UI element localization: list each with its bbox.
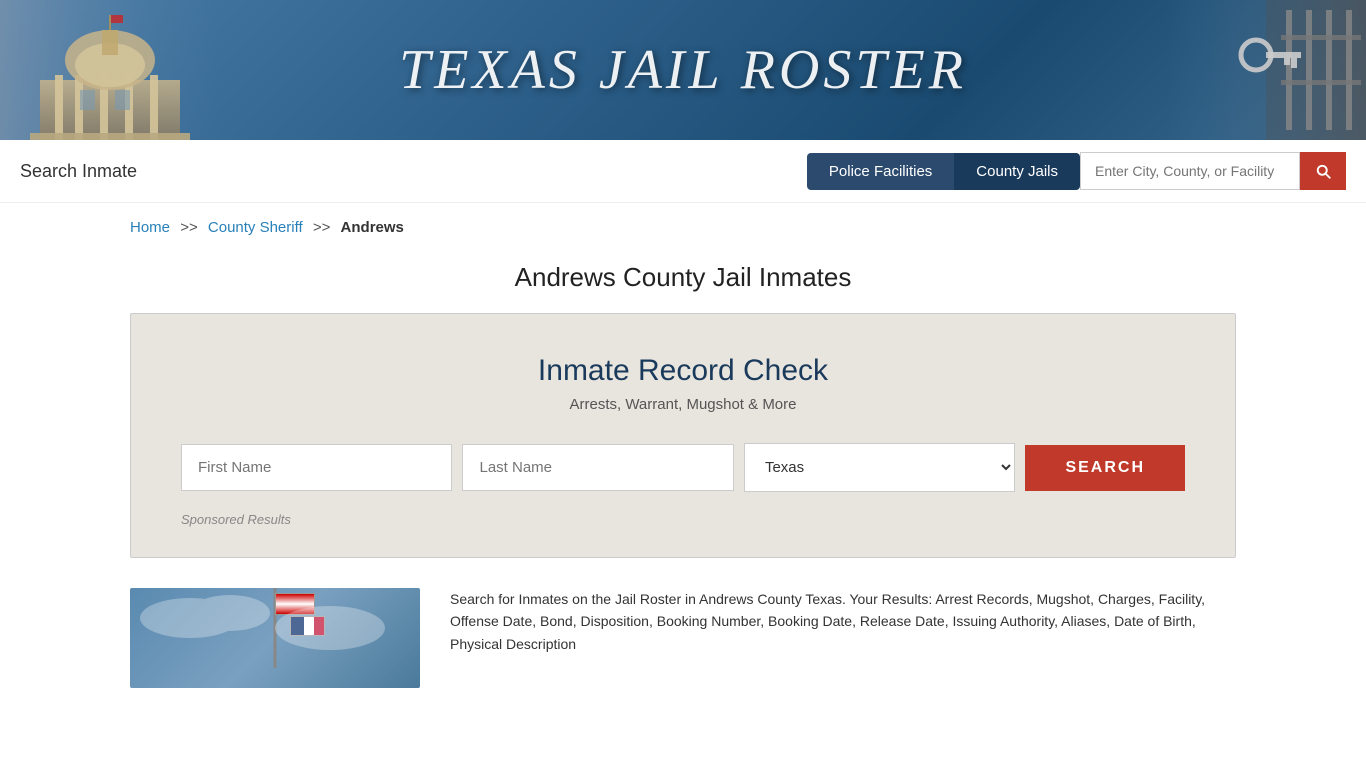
- nav-search-button[interactable]: [1300, 152, 1346, 190]
- record-check-form: AlabamaAlaskaArizonaArkansasCaliforniaCo…: [181, 443, 1185, 492]
- nav-search-input[interactable]: [1080, 152, 1300, 190]
- nav-tabs: Police Facilities County Jails: [807, 152, 1346, 190]
- capitol-dome-icon: [0, 0, 220, 140]
- breadcrumb-county-sheriff[interactable]: County Sheriff: [208, 219, 303, 236]
- site-title: Texas Jail Roster: [399, 38, 967, 102]
- record-check-box: Inmate Record Check Arrests, Warrant, Mu…: [130, 313, 1236, 558]
- header-banner: Texas Jail Roster: [0, 0, 1366, 140]
- state-select[interactable]: AlabamaAlaskaArizonaArkansasCaliforniaCo…: [744, 443, 1015, 492]
- sponsored-label: Sponsored Results: [181, 512, 1185, 527]
- breadcrumb-sep-2: >>: [313, 219, 331, 236]
- nav-bar: Search Inmate Police Facilities County J…: [0, 140, 1366, 203]
- tab-county-jails[interactable]: County Jails: [954, 153, 1080, 190]
- first-name-input[interactable]: [181, 444, 452, 491]
- nav-search-label: Search Inmate: [20, 161, 807, 182]
- bottom-section: Search for Inmates on the Jail Roster in…: [130, 588, 1236, 708]
- last-name-input[interactable]: [462, 444, 733, 491]
- record-check-subtitle: Arrests, Warrant, Mugshot & More: [181, 396, 1185, 413]
- bottom-description: Search for Inmates on the Jail Roster in…: [450, 588, 1236, 688]
- keys-icon: [1166, 0, 1366, 140]
- bottom-image: [130, 588, 420, 688]
- record-check-title: Inmate Record Check: [181, 354, 1185, 388]
- breadcrumb-sep-1: >>: [180, 219, 198, 236]
- breadcrumb: Home >> County Sheriff >> Andrews: [0, 203, 1366, 252]
- tab-police-facilities[interactable]: Police Facilities: [807, 153, 954, 190]
- breadcrumb-home[interactable]: Home: [130, 219, 170, 236]
- search-icon: [1314, 162, 1332, 180]
- breadcrumb-current: Andrews: [341, 219, 404, 236]
- page-title: Andrews County Jail Inmates: [0, 252, 1366, 313]
- record-search-button[interactable]: SEARCH: [1025, 445, 1185, 491]
